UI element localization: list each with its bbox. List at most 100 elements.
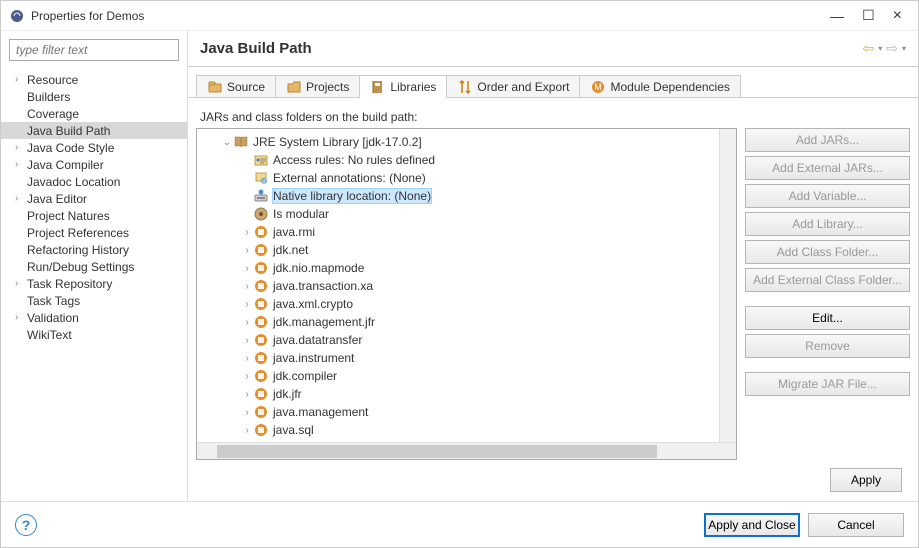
nav-item-java-compiler[interactable]: ›Java Compiler xyxy=(1,156,187,173)
nav-item-label: Project Natures xyxy=(27,209,110,223)
nav-item-label: Task Repository xyxy=(27,277,112,291)
add-external-jars-button[interactable]: Add External JARs... xyxy=(745,156,910,180)
maximize-button[interactable]: ☐ xyxy=(862,7,875,24)
nav-item-coverage[interactable]: Coverage xyxy=(1,105,187,122)
tab-source[interactable]: Source xyxy=(196,75,276,98)
nav-item-task-tags[interactable]: Task Tags xyxy=(1,292,187,309)
tab-projects[interactable]: Projects xyxy=(275,75,360,98)
chevron-right-icon: › xyxy=(15,278,27,289)
modular-icon xyxy=(253,206,269,222)
nav-item-project-references[interactable]: Project References xyxy=(1,224,187,241)
chevron-icon[interactable]: › xyxy=(241,335,253,346)
nav-item-run-debug-settings[interactable]: Run/Debug Settings xyxy=(1,258,187,275)
tab-order-and-export[interactable]: Order and Export xyxy=(446,75,580,98)
apply-and-close-button[interactable]: Apply and Close xyxy=(704,513,800,537)
lib-row[interactable]: ›jdk.management.jfr xyxy=(197,313,719,331)
chevron-right-icon: › xyxy=(15,159,27,170)
vertical-scrollbar[interactable] xyxy=(719,129,736,442)
nav-item-task-repository[interactable]: ›Task Repository xyxy=(1,275,187,292)
tab-label: Projects xyxy=(306,80,349,94)
package-icon xyxy=(253,242,269,258)
chevron-icon[interactable]: › xyxy=(241,371,253,382)
remove-button[interactable]: Remove xyxy=(745,334,910,358)
lib-row[interactable]: ›jdk.compiler xyxy=(197,367,719,385)
forward-dropdown[interactable]: ▾ xyxy=(902,44,906,53)
lib-row[interactable]: ›java.management xyxy=(197,403,719,421)
chevron-icon[interactable]: › xyxy=(241,389,253,400)
back-dropdown[interactable]: ▾ xyxy=(878,44,882,53)
chevron-icon[interactable]: › xyxy=(241,425,253,436)
lib-row[interactable]: › java.sql xyxy=(197,421,719,439)
nav-tree: ›ResourceBuildersCoverage Java Build Path… xyxy=(1,69,187,501)
migrate-jar-button[interactable]: Migrate JAR File... xyxy=(745,372,910,396)
nav-item-label: Validation xyxy=(27,311,79,325)
package-icon xyxy=(253,224,269,240)
help-button[interactable]: ? xyxy=(15,514,37,536)
nav-item-java-editor[interactable]: ›Java Editor xyxy=(1,190,187,207)
tab-label: Order and Export xyxy=(477,80,569,94)
lib-row[interactable]: ›jdk.jfr xyxy=(197,385,719,403)
apply-button[interactable]: Apply xyxy=(830,468,902,492)
chevron-icon[interactable]: › xyxy=(241,299,253,310)
tab-module-dependencies[interactable]: MModule Dependencies xyxy=(579,75,740,98)
lib-row[interactable]: ⌄JRE System Library [jdk-17.0.2] xyxy=(197,133,719,151)
back-button[interactable]: ⇦ xyxy=(863,40,875,57)
chevron-icon[interactable]: › xyxy=(241,317,253,328)
chevron-right-icon: › xyxy=(15,193,27,204)
nav-item-refactoring-history[interactable]: Refactoring History xyxy=(1,241,187,258)
horizontal-scrollbar[interactable] xyxy=(197,442,736,459)
nav-item-javadoc-location[interactable]: Javadoc Location xyxy=(1,173,187,190)
lib-row[interactable]: ›java.datatransfer xyxy=(197,331,719,349)
lib-label: java.rmi xyxy=(273,225,315,239)
nav-item-java-build-path[interactable]: Java Build Path xyxy=(1,122,187,139)
package-icon xyxy=(253,332,269,348)
window-title: Properties for Demos xyxy=(31,9,830,23)
chevron-icon[interactable]: › xyxy=(241,281,253,292)
lib-row[interactable]: ›jdk.net xyxy=(197,241,719,259)
nav-item-resource[interactable]: ›Resource xyxy=(1,71,187,88)
lib-row[interactable]: Is modular xyxy=(197,205,719,223)
add-external-class-folder-button[interactable]: Add External Class Folder... xyxy=(745,268,910,292)
lib-label: java.transaction.xa xyxy=(273,279,373,293)
nav-item-label: Java Build Path xyxy=(27,124,110,138)
minimize-button[interactable]: — xyxy=(830,8,844,24)
native-library-icon xyxy=(253,188,269,204)
nav-item-builders[interactable]: Builders xyxy=(1,88,187,105)
chevron-icon[interactable]: › xyxy=(241,263,253,274)
add-class-folder-button[interactable]: Add Class Folder... xyxy=(745,240,910,264)
lib-row[interactable]: › java.transaction.xa xyxy=(197,277,719,295)
add-library-button[interactable]: Add Library... xyxy=(745,212,910,236)
lib-row[interactable]: ›jdk.nio.mapmode xyxy=(197,259,719,277)
chevron-right-icon: › xyxy=(15,74,27,85)
filter-input[interactable] xyxy=(9,39,179,61)
external-annotations-icon: @ xyxy=(253,170,269,186)
nav-item-wikitext[interactable]: WikiText xyxy=(1,326,187,343)
sidebar: ›ResourceBuildersCoverage Java Build Path… xyxy=(1,31,188,501)
nav-item-java-code-style[interactable]: ›Java Code Style xyxy=(1,139,187,156)
lib-label: Native library location: (None) xyxy=(273,189,431,203)
cancel-button[interactable]: Cancel xyxy=(808,513,904,537)
lib-label: java.sql xyxy=(273,423,314,437)
add-jars-button[interactable]: Add JARs... xyxy=(745,128,910,152)
tab-libraries[interactable]: Libraries xyxy=(359,75,447,98)
chevron-icon[interactable]: › xyxy=(241,227,253,238)
lib-row[interactable]: › java.rmi xyxy=(197,223,719,241)
lib-row[interactable]: Access rules: No rules defined xyxy=(197,151,719,169)
chevron-icon[interactable]: › xyxy=(241,245,253,256)
lib-row[interactable]: Native library location: (None) xyxy=(197,187,719,205)
add-variable-button[interactable]: Add Variable... xyxy=(745,184,910,208)
close-button[interactable]: × xyxy=(893,7,902,25)
chevron-icon[interactable]: › xyxy=(241,407,253,418)
lib-row[interactable]: @External annotations: (None) xyxy=(197,169,719,187)
tab-label: Module Dependencies xyxy=(610,80,729,94)
chevron-icon[interactable]: ⌄ xyxy=(221,137,233,148)
edit-button[interactable]: Edit... xyxy=(745,306,910,330)
nav-item-project-natures[interactable]: Project Natures xyxy=(1,207,187,224)
lib-row[interactable]: ›java.instrument xyxy=(197,349,719,367)
lib-row[interactable]: › java.xml.crypto xyxy=(197,295,719,313)
forward-button[interactable]: ⇨ xyxy=(886,40,898,57)
lib-label: java.xml.crypto xyxy=(273,297,353,311)
library-tree[interactable]: ⌄JRE System Library [jdk-17.0.2]Access r… xyxy=(196,128,737,460)
nav-item-validation[interactable]: ›Validation xyxy=(1,309,187,326)
chevron-icon[interactable]: › xyxy=(241,353,253,364)
